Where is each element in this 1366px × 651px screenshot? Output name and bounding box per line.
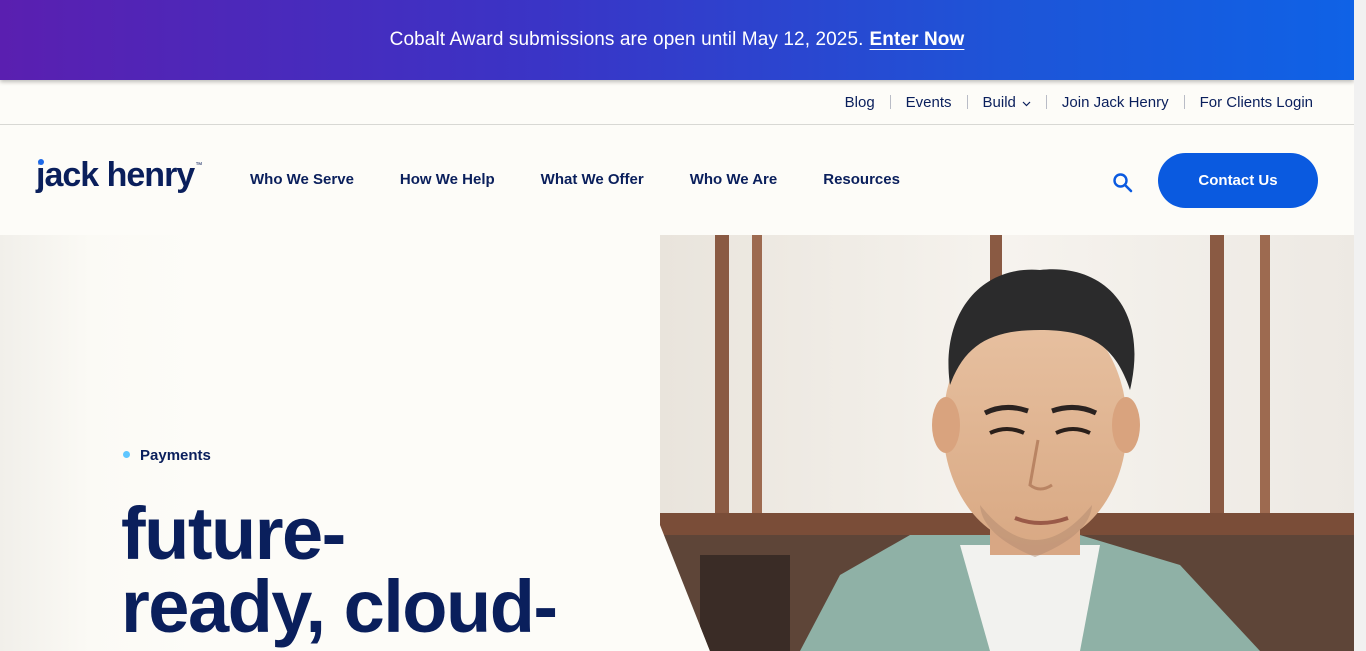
chevron-down-icon (1022, 99, 1031, 109)
nav-who-we-serve[interactable]: Who We Serve (250, 171, 354, 188)
contact-us-button[interactable]: Contact Us (1158, 153, 1318, 208)
divider (1045, 95, 1047, 109)
utility-build-menu[interactable]: Build (983, 94, 1031, 111)
logo-text: jack henry (36, 156, 195, 194)
hero-headline: future- ready, cloud- (121, 492, 641, 648)
hero-eyebrow: Payments (123, 447, 211, 464)
eyebrow-dot (123, 451, 130, 458)
logo-dot (38, 159, 44, 165)
primary-nav-links: Who We Serve How We Help What We Offer W… (250, 171, 946, 188)
main-nav: jack henry ™ Who We Serve How We Help Wh… (0, 126, 1354, 235)
eyebrow-label: Payments (140, 447, 211, 464)
announcement-banner: Cobalt Award submissions are open until … (0, 0, 1354, 80)
utility-join-link[interactable]: Join Jack Henry (1062, 94, 1169, 111)
page-scrollbar[interactable] (1354, 0, 1366, 651)
nav-resources[interactable]: Resources (823, 171, 900, 188)
nav-who-we-are[interactable]: Who We Are (690, 171, 778, 188)
headline-line-1: future- (121, 492, 346, 575)
hero-photo (660, 235, 1354, 651)
utility-blog-link[interactable]: Blog (845, 94, 875, 111)
divider (966, 95, 968, 109)
enter-now-link[interactable]: Enter Now (870, 29, 965, 51)
utility-nav: Blog Events Build Join Jack Henry For Cl… (0, 80, 1354, 125)
divider (889, 95, 891, 109)
utility-build-label: Build (982, 93, 1016, 111)
search-icon[interactable] (1112, 172, 1134, 194)
divider (1183, 95, 1185, 109)
utility-client-login-link[interactable]: For Clients Login (1200, 94, 1313, 111)
headline-line-2: ready, cloud- (121, 565, 558, 648)
nav-how-we-help[interactable]: How We Help (400, 171, 495, 188)
logo-trademark: ™ (195, 162, 203, 169)
utility-events-link[interactable]: Events (906, 94, 952, 111)
announcement-text: Cobalt Award submissions are open until … (389, 29, 864, 50)
hero-section: Payments future- ready, cloud- (0, 235, 1354, 651)
nav-what-we-offer[interactable]: What We Offer (541, 171, 644, 188)
jack-henry-logo[interactable]: jack henry ™ (36, 156, 202, 194)
